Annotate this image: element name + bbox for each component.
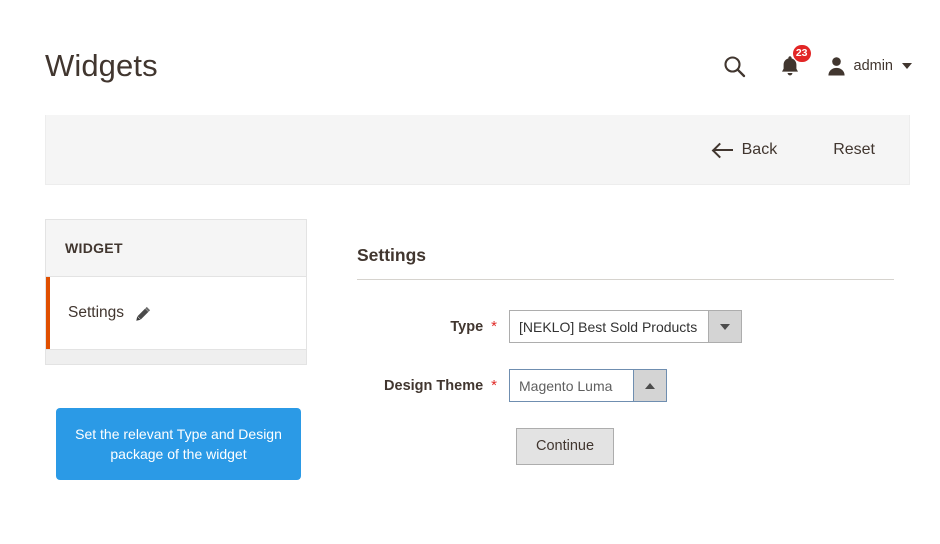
reset-button-label: Reset <box>833 140 875 158</box>
widget-tabs-footer <box>46 349 306 364</box>
sidebar-item-label: Settings <box>68 304 125 321</box>
back-button-label: Back <box>741 140 778 158</box>
page-actions-toolbar: Back Reset <box>45 115 910 185</box>
widget-tabs-header: WIDGET <box>46 220 306 277</box>
reset-button[interactable]: Reset <box>819 136 889 164</box>
continue-button[interactable]: Continue <box>516 428 615 465</box>
settings-form: Settings Type * [NEKLO] Best Sold Produc… <box>357 245 894 465</box>
search-button[interactable] <box>715 49 755 83</box>
arrow-left-icon <box>713 143 733 157</box>
header-actions: 23 admin <box>715 45 912 84</box>
type-field-label: Type <box>450 318 484 335</box>
form-section-title: Settings <box>357 245 894 280</box>
notifications-button[interactable]: 23 <box>767 45 813 83</box>
type-select[interactable]: [NEKLO] Best Sold Products <box>509 310 742 343</box>
chevron-up-icon <box>645 382 655 389</box>
sidebar-item-settings[interactable]: Settings <box>46 277 306 349</box>
pencil-edit-icon <box>136 306 151 321</box>
notification-count-badge: 23 <box>792 45 811 62</box>
design-theme-field-label: Design Theme <box>384 377 484 394</box>
back-button[interactable]: Back <box>700 136 792 164</box>
chevron-down-icon <box>720 323 730 330</box>
design-theme-label-wrap: Design Theme * <box>357 378 509 394</box>
page-header: Widgets 23 admin <box>0 0 940 110</box>
field-row-design-theme: Design Theme * Magento Luma <box>357 369 894 402</box>
user-menu[interactable]: admin <box>827 49 912 83</box>
type-label-wrap: Type * <box>357 319 509 335</box>
field-row-type: Type * [NEKLO] Best Sold Products <box>357 310 894 343</box>
design-theme-select[interactable]: Magento Luma <box>509 369 667 402</box>
type-select-toggle[interactable] <box>709 310 742 343</box>
page-title: Widgets <box>45 48 158 83</box>
widget-sidebar: WIDGET Settings Set the relevant Type an… <box>45 219 307 480</box>
user-avatar-icon <box>827 57 845 76</box>
info-callout: Set the relevant Type and Design package… <box>56 408 301 480</box>
type-select-value[interactable]: [NEKLO] Best Sold Products <box>509 310 709 343</box>
design-theme-select-value[interactable]: Magento Luma <box>509 369 634 402</box>
widget-tabs-header-label: WIDGET <box>65 240 123 256</box>
user-name-label: admin <box>853 57 894 74</box>
design-theme-select-toggle[interactable] <box>634 369 667 402</box>
design-theme-required-marker: * <box>491 377 497 394</box>
search-icon <box>724 55 746 77</box>
caret-down-icon <box>902 63 912 69</box>
type-required-marker: * <box>491 318 497 335</box>
main-content: WIDGET Settings Set the relevant Type an… <box>0 185 940 544</box>
widget-tabs-panel: WIDGET Settings <box>45 219 307 365</box>
continue-row: Continue <box>357 428 894 465</box>
info-callout-text: Set the relevant Type and Design package… <box>75 426 282 462</box>
